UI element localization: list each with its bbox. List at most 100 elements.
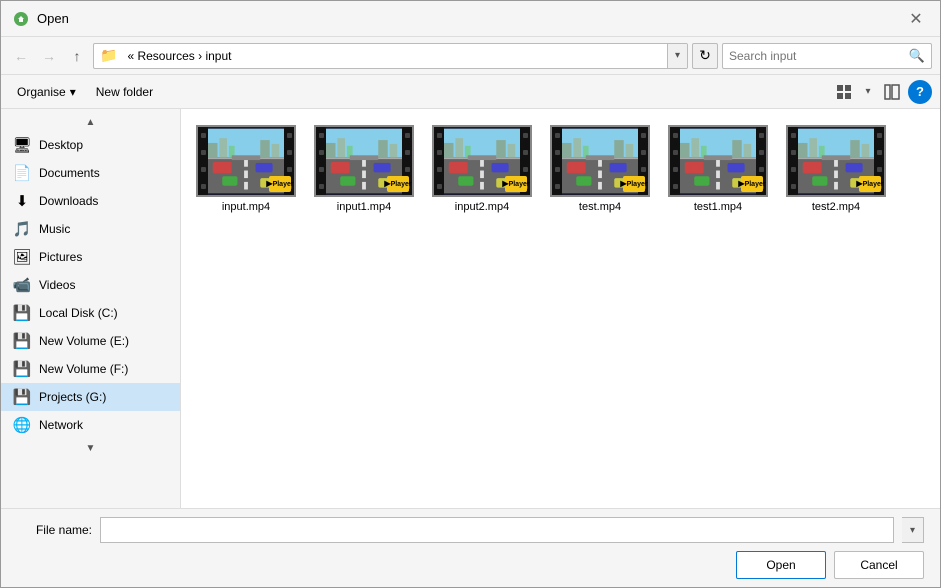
sidebar-scroll-up[interactable]: ▲ bbox=[1, 113, 180, 131]
sidebar-item-documents[interactable]: 📄 Documents bbox=[1, 159, 180, 187]
forward-button[interactable]: → bbox=[37, 44, 61, 68]
sidebar-icon-desktop: 🖥 bbox=[13, 136, 31, 154]
pane-button[interactable] bbox=[878, 79, 906, 105]
file-area: ▶Player input.mp4 bbox=[181, 109, 940, 508]
open-dialog: Open ✕ ← → ↑ 📁 « Resources › input ▾ ↻ 🔍… bbox=[0, 0, 941, 588]
file-item-test2-mp4[interactable]: ▶Player test2.mp4 bbox=[781, 119, 891, 219]
view-icon bbox=[836, 84, 852, 100]
sidebar-label-music: Music bbox=[39, 222, 70, 236]
play-badge-test2-mp4: ▶Player bbox=[859, 176, 881, 192]
file-item-test1-mp4[interactable]: ▶Player test1.mp4 bbox=[663, 119, 773, 219]
sidebar-icon-network: 🌐 bbox=[13, 416, 31, 434]
film-strip-left-test1-mp4 bbox=[670, 127, 680, 195]
close-button[interactable]: ✕ bbox=[904, 7, 928, 31]
filename-row: File name: ▾ bbox=[17, 517, 924, 543]
sidebar-icon-new-volume-f: 💾 bbox=[13, 360, 31, 378]
file-name-test-mp4: test.mp4 bbox=[579, 201, 621, 213]
sidebar-label-downloads: Downloads bbox=[39, 194, 98, 208]
file-name-input1-mp4: input1.mp4 bbox=[337, 201, 391, 213]
sidebar-item-network[interactable]: 🌐 Network bbox=[1, 411, 180, 439]
sidebar-icon-videos: 📹 bbox=[13, 276, 31, 294]
search-bar[interactable]: 🔍 bbox=[722, 43, 932, 69]
organise-button[interactable]: Organise ▾ bbox=[9, 82, 84, 102]
sidebar-item-local-disk[interactable]: 💾 Local Disk (C:) bbox=[1, 299, 180, 327]
filename-label: File name: bbox=[17, 523, 92, 537]
search-icon: 🔍 bbox=[903, 48, 931, 64]
play-badge-input-mp4: ▶Player bbox=[269, 176, 291, 192]
help-button[interactable]: ? bbox=[908, 80, 932, 104]
file-thumbnail-input-mp4: ▶Player bbox=[196, 125, 296, 197]
content-area: ▲ 🖥 Desktop📄 Documents⬇ Downloads🎵 Music… bbox=[1, 109, 940, 508]
toolbar2-right: ▾ ? bbox=[830, 79, 932, 105]
app-icon bbox=[13, 11, 29, 27]
view-dropdown-button[interactable]: ▾ bbox=[860, 79, 876, 105]
play-badge-input1-mp4: ▶Player bbox=[387, 176, 409, 192]
sidebar-scroll-down[interactable]: ▼ bbox=[1, 439, 180, 457]
sidebar-icon-downloads: ⬇ bbox=[13, 192, 31, 210]
dialog-title: Open bbox=[37, 11, 69, 26]
file-thumbnail-input2-mp4: ▶Player bbox=[432, 125, 532, 197]
filename-dropdown-button[interactable]: ▾ bbox=[902, 517, 924, 543]
address-bar[interactable]: 📁 « Resources › input ▾ bbox=[93, 43, 688, 69]
sidebar-icon-projects-g: 💾 bbox=[13, 388, 31, 406]
filename-input[interactable] bbox=[100, 517, 894, 543]
sidebar-label-new-volume-e: New Volume (E:) bbox=[39, 334, 129, 348]
sidebar-item-music[interactable]: 🎵 Music bbox=[1, 215, 180, 243]
sidebar-label-projects-g: Projects (G:) bbox=[39, 390, 106, 404]
sidebar-item-projects-g[interactable]: 💾 Projects (G:) bbox=[1, 383, 180, 411]
up-button[interactable]: ↑ bbox=[65, 44, 89, 68]
file-name-input-mp4: input.mp4 bbox=[222, 201, 270, 213]
file-thumbnail-test1-mp4: ▶Player bbox=[668, 125, 768, 197]
sidebar-label-new-volume-f: New Volume (F:) bbox=[39, 362, 128, 376]
sidebar-icon-pictures: 🖼 bbox=[13, 248, 31, 266]
play-badge-input2-mp4: ▶Player bbox=[505, 176, 527, 192]
title-bar-left: Open bbox=[13, 11, 69, 27]
file-item-input1-mp4[interactable]: ▶Player input1.mp4 bbox=[309, 119, 419, 219]
search-input[interactable] bbox=[723, 49, 903, 63]
action-toolbar: Organise ▾ New folder ▾ ? bbox=[1, 75, 940, 109]
back-button[interactable]: ← bbox=[9, 44, 33, 68]
address-folder-icon: 📁 bbox=[94, 47, 123, 64]
buttons-row: Open Cancel bbox=[17, 551, 924, 579]
file-name-input2-mp4: input2.mp4 bbox=[455, 201, 509, 213]
file-name-test1-mp4: test1.mp4 bbox=[694, 201, 742, 213]
organise-label: Organise bbox=[17, 85, 66, 99]
film-strip-left-input1-mp4 bbox=[316, 127, 326, 195]
sidebar-label-desktop: Desktop bbox=[39, 138, 83, 152]
sidebar-label-pictures: Pictures bbox=[39, 250, 82, 264]
title-bar: Open ✕ bbox=[1, 1, 940, 37]
play-badge-test1-mp4: ▶Player bbox=[741, 176, 763, 192]
sidebar-label-documents: Documents bbox=[39, 166, 100, 180]
film-strip-left-test-mp4 bbox=[552, 127, 562, 195]
file-thumbnail-test2-mp4: ▶Player bbox=[786, 125, 886, 197]
film-strip-left-input-mp4 bbox=[198, 127, 208, 195]
file-item-input-mp4[interactable]: ▶Player input.mp4 bbox=[191, 119, 301, 219]
view-button[interactable] bbox=[830, 79, 858, 105]
refresh-button[interactable]: ↻ bbox=[692, 43, 718, 69]
file-name-test2-mp4: test2.mp4 bbox=[812, 201, 860, 213]
sidebar-item-new-volume-f[interactable]: 💾 New Volume (F:) bbox=[1, 355, 180, 383]
file-thumbnail-test-mp4: ▶Player bbox=[550, 125, 650, 197]
film-strip-left-input2-mp4 bbox=[434, 127, 444, 195]
file-item-input2-mp4[interactable]: ▶Player input2.mp4 bbox=[427, 119, 537, 219]
sidebar-icon-documents: 📄 bbox=[13, 164, 31, 182]
file-item-test-mp4[interactable]: ▶Player test.mp4 bbox=[545, 119, 655, 219]
new-folder-button[interactable]: New folder bbox=[88, 82, 161, 102]
organise-dropdown-icon: ▾ bbox=[70, 85, 76, 99]
play-badge-test-mp4: ▶Player bbox=[623, 176, 645, 192]
sidebar-label-local-disk: Local Disk (C:) bbox=[39, 306, 118, 320]
cancel-button[interactable]: Cancel bbox=[834, 551, 924, 579]
sidebar-item-new-volume-e[interactable]: 💾 New Volume (E:) bbox=[1, 327, 180, 355]
sidebar-item-videos[interactable]: 📹 Videos bbox=[1, 271, 180, 299]
address-dropdown-button[interactable]: ▾ bbox=[667, 43, 687, 69]
sidebar-label-network: Network bbox=[39, 418, 83, 432]
pane-icon bbox=[884, 84, 900, 100]
sidebar-icon-music: 🎵 bbox=[13, 220, 31, 238]
sidebar-item-desktop[interactable]: 🖥 Desktop bbox=[1, 131, 180, 159]
address-path: « Resources › input bbox=[123, 49, 667, 63]
open-button[interactable]: Open bbox=[736, 551, 826, 579]
sidebar-item-downloads[interactable]: ⬇ Downloads bbox=[1, 187, 180, 215]
sidebar-item-pictures[interactable]: 🖼 Pictures bbox=[1, 243, 180, 271]
file-thumbnail-input1-mp4: ▶Player bbox=[314, 125, 414, 197]
sidebar-icon-new-volume-e: 💾 bbox=[13, 332, 31, 350]
